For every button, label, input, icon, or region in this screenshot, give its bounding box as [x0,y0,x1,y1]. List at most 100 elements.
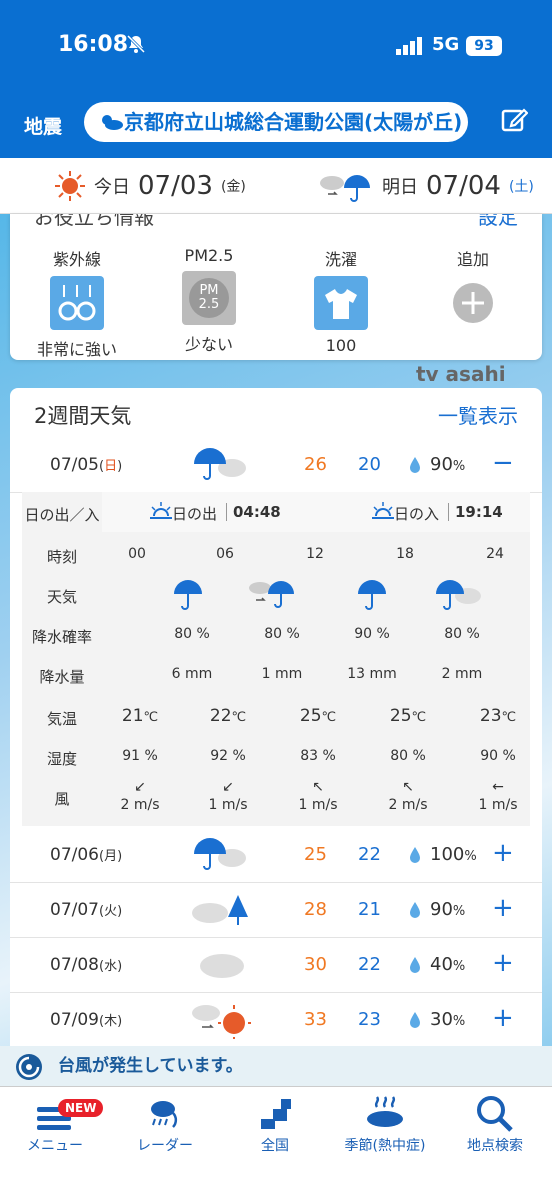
day-date: 07/07 [50,900,99,920]
pm25-badge: PM 2.5 [189,278,229,318]
search-icon [477,1096,513,1132]
day-low: 22 [358,954,381,975]
wind-arrow-icon: ↙ [134,779,146,795]
status-time: 16:08 [58,32,129,57]
wind-arrow-icon: ← [492,779,504,795]
temp-value: 25 [389,706,412,726]
wind-value: 1 [298,797,308,813]
day-row-1[interactable]: 07/06(月) 25 22 100% + [10,828,542,883]
tab-menu[interactable]: NEW メニュー [0,1093,110,1155]
typhoon-text: 台風が発生しています。 [58,1056,243,1076]
day-row-3[interactable]: 07/08(水) 30 22 40% + [10,938,542,993]
tab-search[interactable]: 地点検索 [440,1093,550,1155]
pct-unit: % [286,626,300,642]
uv-index[interactable]: 紫外線 非常に強い [22,246,132,360]
day-high: 33 [304,1009,327,1030]
list-view-link[interactable]: 一覧表示 [438,400,518,429]
day-date: 07/09 [50,1010,99,1030]
tab-national[interactable]: 全国 [220,1093,330,1155]
tv-asahi-logo: tv asahi [416,362,506,386]
typhoon-banner[interactable]: 台風が発生しています。 [0,1046,552,1086]
drop-icon [410,457,420,473]
hour-0: 00 [128,546,146,562]
wind-unit: m/s [491,797,518,813]
period-amount: 2 [441,666,451,682]
sunset-time: 19:14 [448,503,503,521]
two-week-title: 2週間天気 [34,404,132,428]
japan-map-icon [261,1099,291,1129]
day-high: 30 [304,954,327,975]
day-low: 23 [358,1009,381,1030]
tab-season[interactable]: 季節(熱中症) [330,1093,440,1155]
collapse-toggle[interactable]: − [492,448,514,478]
wind-arrow-icon: ↖ [402,779,414,795]
signal-icon [396,37,422,55]
tab-tomorrow[interactable]: 明日 07/04 (土) [318,170,534,202]
shirt-icon [314,276,368,330]
hot-spring-icon [367,1096,403,1127]
hourly-detail: 日の出／入 日の出 04:48 日の入 19:14 時刻 天気 降水確率 降水量… [22,492,530,826]
period-amount: 1 [261,666,271,682]
day-row-0[interactable]: 07/05(日) 26 20 90% − [10,438,542,493]
wind-unit: m/s [401,797,428,813]
top-bar: 地震 京都府立山城総合運動公園(太陽が丘) [0,92,552,158]
uv-icon [50,276,104,330]
day-row-4[interactable]: 07/09(木) 33 23 30% + [10,993,542,1048]
index-settings-link[interactable]: 設定 [478,214,518,234]
pm25-icon: PM 2.5 [182,271,236,325]
expand-toggle[interactable]: + [492,893,514,923]
day-date: 07/08 [50,955,99,975]
temp-value: 25 [299,706,322,726]
mm-unit: mm [455,666,483,682]
tomorrow-label: 明日 [382,177,418,198]
day-pop: 90 [430,454,453,475]
wind-value: 1 [208,797,218,813]
earthquake-button[interactable]: 地震 [24,112,62,139]
pct-unit: % [376,626,390,642]
period-pop: 90 [354,626,373,642]
day-high: 26 [304,454,327,475]
temp-unit: ℃ [321,710,337,725]
tab-label: レーダー [137,1138,193,1154]
cloud-rain-icon [192,895,248,925]
laundry-index[interactable]: 洗濯 100 [286,246,396,355]
pct-unit: % [452,904,466,919]
humid-value: 80 [390,748,409,764]
edit-icon[interactable] [500,106,528,134]
expand-toggle[interactable]: + [492,838,514,868]
battery-icon: 93 [466,36,502,56]
expand-toggle[interactable]: + [492,948,514,978]
sunrise-label: 日の出 [172,505,218,523]
pm25-value: 少ない [184,335,233,354]
tab-today[interactable]: 今日 07/03 (金) [54,170,246,202]
pct-unit: % [452,459,466,474]
today-weekday: (金) [220,179,246,195]
day-row-2[interactable]: 07/07(火) 28 21 90% + [10,883,542,938]
sunset-icon [372,502,394,519]
humid-label: 湿度 [46,750,77,768]
pm25-index[interactable]: PM2.5 PM 2.5 少ない [154,246,264,355]
expand-toggle[interactable]: + [492,1003,514,1033]
umbrella-icon [174,580,202,610]
temp-unit: ℃ [411,710,427,725]
pct-unit: % [502,748,516,764]
location-selector[interactable]: 京都府立山城総合運動公園(太陽が丘) [84,102,468,142]
rain-cloud-icon [194,448,246,480]
uv-value: 非常に強い [36,340,117,359]
wind-value: 2 [120,797,130,813]
plus-icon[interactable] [446,276,500,330]
day-weekday: 水 [104,959,118,974]
sunset-label: 日の入 [394,505,440,523]
umbrella-cloud-icon [436,580,481,610]
add-index[interactable]: 追加 [418,246,528,336]
humid-value: 92 [210,748,229,764]
add-title: 追加 [456,250,489,269]
umbrella-icon [358,580,386,610]
humid-value: 83 [300,748,319,764]
pct-unit: % [232,748,246,764]
tab-radar[interactable]: レーダー [110,1093,220,1155]
day-weekday: 月 [104,849,118,864]
hour-4: 24 [486,546,504,562]
cloud-to-rain-icon [320,175,370,202]
day-weekday: 日 [104,459,118,474]
